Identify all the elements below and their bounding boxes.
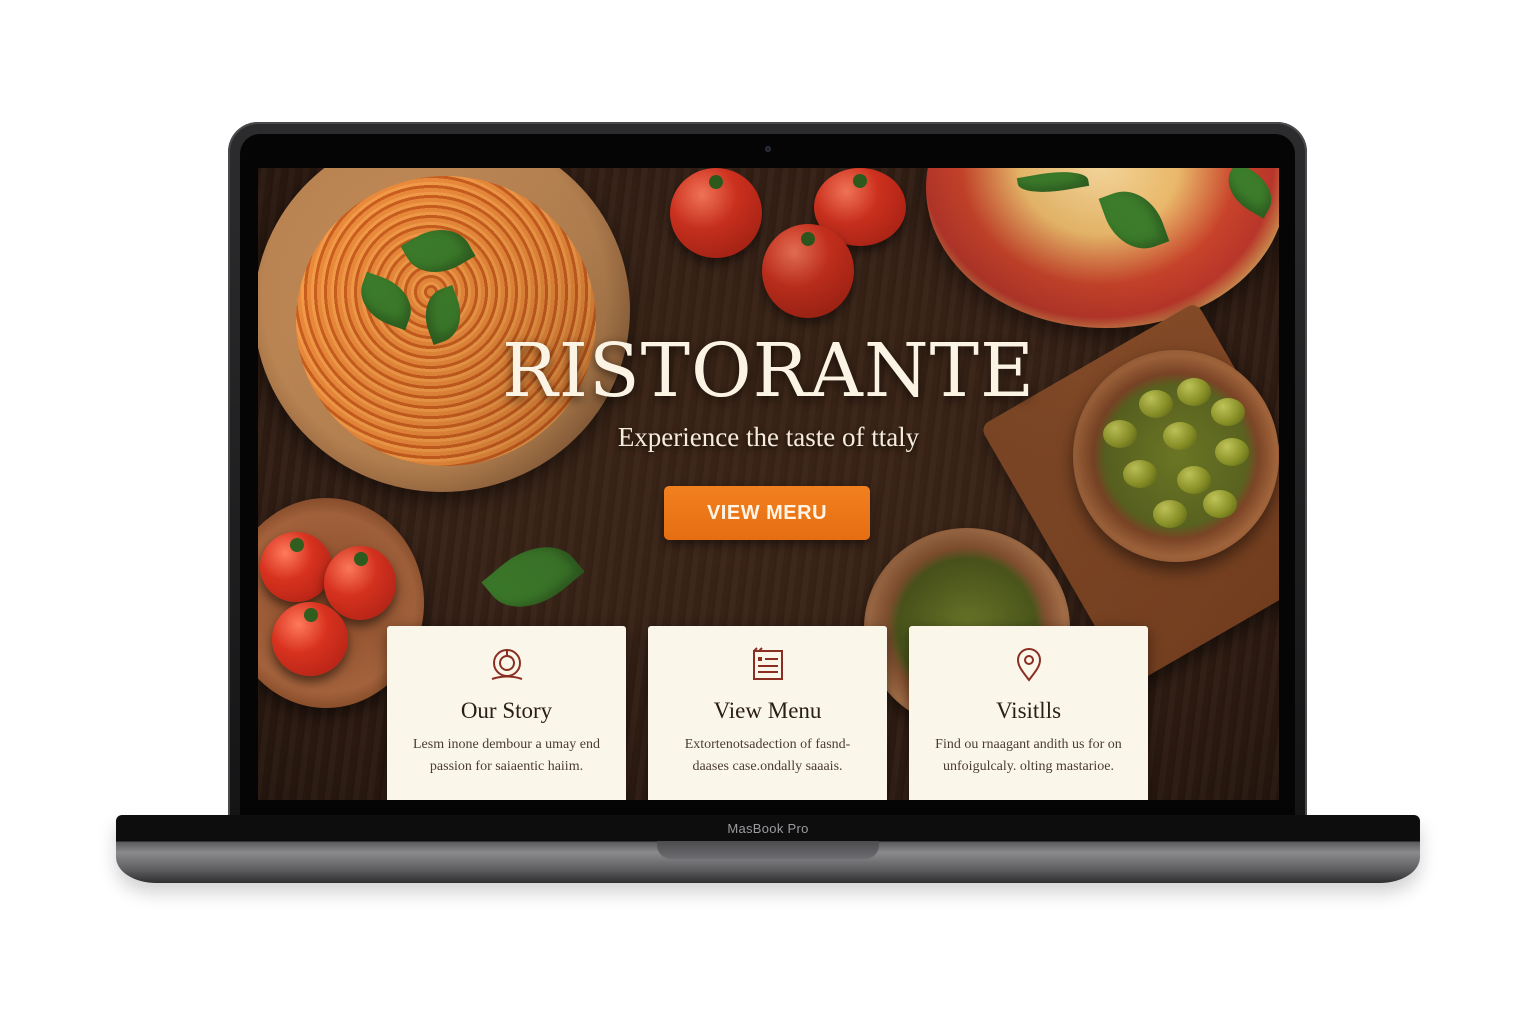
device-label: MasBook Pro	[727, 821, 809, 836]
card-visit-us[interactable]: Visitlls Find ou rnaagant andith us for …	[909, 626, 1148, 800]
plate-icon	[491, 649, 522, 680]
menu-list-icon	[752, 647, 783, 680]
pizza-image	[926, 168, 1279, 328]
website-screen: RISTORANTE Experience the taste of ttaly…	[258, 168, 1279, 800]
card-our-story[interactable]: Our Story Lesm inone dembour a umay end …	[387, 626, 626, 800]
location-pin-icon	[1016, 648, 1041, 682]
card-title: Visitlls	[995, 698, 1062, 723]
card-text: Lesm inone dembour a umay end passion fo…	[412, 737, 600, 774]
card-text: Find ou rnaagant andith us for on unfoig…	[935, 737, 1122, 774]
tomato-image	[762, 224, 854, 318]
trackpad-notch	[657, 841, 879, 859]
card-text: Extortenotsadection of fasnd-daases case…	[684, 737, 851, 774]
view-menu-button[interactable]: VIEW MERU	[664, 486, 870, 540]
basil-leaf-image	[481, 527, 585, 627]
card-view-menu[interactable]: View Menu Extortenotsadection of fasnd-d…	[648, 626, 887, 800]
tomato-image	[670, 168, 762, 258]
camera-icon	[765, 146, 771, 152]
hero-subtitle: Experience the taste of ttaly	[617, 422, 920, 452]
feature-cards: Our Story Lesm inone dembour a umay end …	[387, 626, 1149, 800]
card-title: Our Story	[460, 698, 553, 723]
hero-title: RISTORANTE	[502, 328, 1035, 414]
laptop-base: MasBook Pro	[116, 815, 1420, 883]
card-title: View Menu	[713, 698, 822, 723]
